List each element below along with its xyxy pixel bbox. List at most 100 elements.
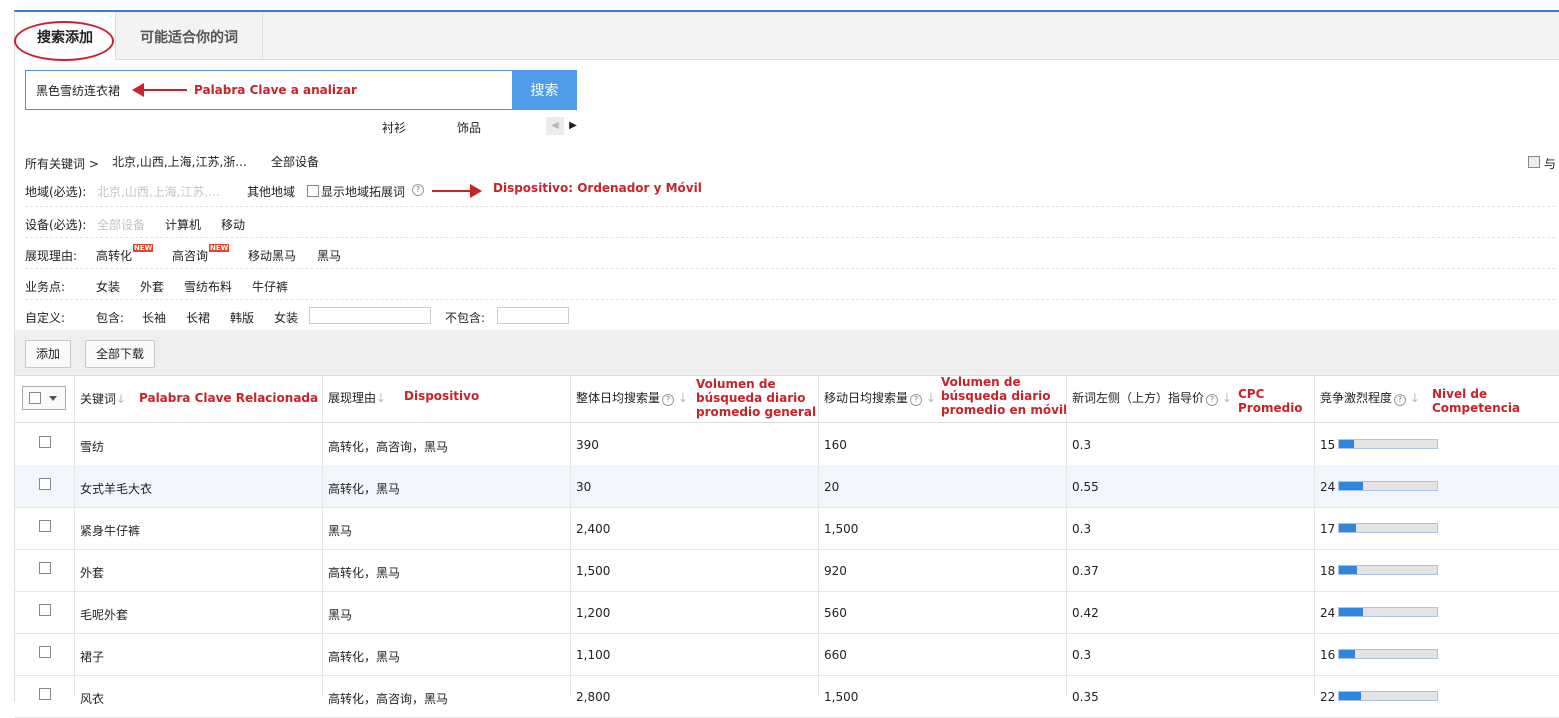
cpc-cell: 0.3 <box>1072 648 1092 662</box>
cpc-cell: 0.55 <box>1072 480 1099 494</box>
column-divider <box>74 376 75 696</box>
keyword-cell[interactable]: 雪纺 <box>80 438 104 455</box>
annotation-reason-col: Dispositivo <box>404 389 480 403</box>
toolbar <box>15 330 1559 376</box>
other-region-link[interactable]: 其他地域 <box>247 183 295 200</box>
competition-bar-fill <box>1339 566 1357 574</box>
add-button[interactable]: 添加 <box>25 340 71 368</box>
business-item[interactable]: 女装 <box>96 278 120 295</box>
total-search-cell: 390 <box>576 438 599 452</box>
select-all-dropdown[interactable] <box>22 386 66 410</box>
competition-bar <box>1338 607 1438 617</box>
table-row: 外套 高转化，黑马 1,500 920 0.37 18 <box>15 549 1559 592</box>
reason-cell: 黑马 <box>328 524 353 538</box>
device-pc[interactable]: 计算机 <box>165 216 201 233</box>
reason-cell: 高转化，高咨询，黑马 <box>328 440 449 454</box>
custom-item[interactable]: 韩版 <box>230 309 254 326</box>
mobile-search-cell: 660 <box>824 648 847 662</box>
breadcrumb-device[interactable]: 全部设备 <box>271 153 319 170</box>
competition-bar-fill <box>1339 692 1361 700</box>
exclude-input[interactable] <box>497 307 569 324</box>
include-label: 包含: <box>96 311 125 325</box>
reason-cell: 高转化，黑马 <box>328 566 401 580</box>
cpc-cell: 0.42 <box>1072 606 1099 620</box>
region-value[interactable]: 北京,山西,上海,江苏,... <box>97 183 220 200</box>
business-item[interactable]: 外套 <box>140 278 164 295</box>
suggestion-item[interactable]: 衬衫 <box>382 119 406 136</box>
breadcrumb-region[interactable]: 北京,山西,上海,江苏,浙... <box>112 153 247 170</box>
keyword-cell[interactable]: 紧身牛仔裤 <box>80 522 140 539</box>
row-checkbox[interactable] <box>39 646 51 658</box>
custom-item[interactable]: 长袖 <box>142 309 166 326</box>
annotation-keyword-col: Palabra Clave Relacionada <box>139 391 319 405</box>
reason-high-conversion[interactable]: 高转化 <box>96 247 132 264</box>
reason-darkhorse[interactable]: 黑马 <box>317 247 341 264</box>
region-label: 地域(必选): <box>25 185 87 199</box>
reason-high-inquiry[interactable]: 高咨询 <box>172 247 208 264</box>
select-all-checkbox[interactable] <box>29 392 41 404</box>
column-divider <box>1314 376 1315 696</box>
annotation-arrow-line <box>140 89 187 91</box>
custom-label: 自定义: <box>25 311 66 325</box>
mobile-search-cell: 160 <box>824 438 847 452</box>
custom-item[interactable]: 女装 <box>274 309 298 326</box>
col-total-search[interactable]: 整体日均搜索量? ↓ <box>576 389 688 406</box>
col-mobile-search[interactable]: 移动日均搜索量? ↓ <box>824 389 936 406</box>
col-cpc[interactable]: 新词左侧（上方）指导价? ↓ <box>1072 389 1232 406</box>
column-divider <box>818 376 819 696</box>
total-search-cell: 2,400 <box>576 522 611 536</box>
next-page-icon[interactable]: ▶ <box>567 117 579 135</box>
reason-mobile-darkhorse[interactable]: 移动黑马 <box>248 247 296 264</box>
device-all[interactable]: 全部设备 <box>97 216 145 233</box>
total-search-cell: 1,100 <box>576 648 611 662</box>
prev-page-icon[interactable]: ◀ <box>546 117 564 135</box>
reason-cell: 高转化，黑马 <box>328 482 401 496</box>
tab-suggested-words[interactable]: 可能适合你的词 <box>116 12 263 60</box>
table-row: 紧身牛仔裤 黑马 2,400 1,500 0.3 17 <box>15 507 1559 550</box>
include-input[interactable] <box>309 307 431 324</box>
annotation-keyword: Palabra Clave a analizar <box>194 83 357 97</box>
show-ext-checkbox[interactable] <box>307 185 319 197</box>
corner-checkbox[interactable] <box>1528 156 1540 168</box>
device-mobile[interactable]: 移动 <box>221 216 245 233</box>
search-button[interactable]: 搜索 <box>512 70 577 110</box>
exclude-label: 不包含: <box>445 311 486 325</box>
keyword-cell[interactable]: 女式羊毛大衣 <box>80 480 152 497</box>
reason-cell: 黑马 <box>328 608 353 622</box>
custom-item[interactable]: 长裙 <box>186 309 210 326</box>
business-item[interactable]: 雪纺布料 <box>184 278 232 295</box>
annotation-competition-col: Nivel de Competencia <box>1432 387 1521 415</box>
table-row: 女式羊毛大衣 高转化，黑马 30 20 0.55 24 <box>15 465 1559 508</box>
keyword-cell[interactable]: 裙子 <box>80 648 104 665</box>
annotation-cpc-col: CPC Promedio <box>1238 387 1303 415</box>
row-checkbox[interactable] <box>39 562 51 574</box>
competition-bar <box>1338 565 1438 575</box>
download-all-button[interactable]: 全部下载 <box>85 340 155 368</box>
keyword-cell[interactable]: 毛呢外套 <box>80 606 128 623</box>
table-row: 毛呢外套 黑马 1,200 560 0.42 24 <box>15 591 1559 634</box>
competition-bar-fill <box>1339 524 1356 532</box>
row-checkbox[interactable] <box>39 520 51 532</box>
row-checkbox[interactable] <box>39 478 51 490</box>
col-keyword[interactable]: 关键词↓ <box>80 390 126 407</box>
col-reason[interactable]: 展现理由↓ <box>328 389 386 406</box>
help-icon[interactable]: ? <box>412 184 424 196</box>
competition-value: 18 <box>1320 564 1336 578</box>
total-search-cell: 1,200 <box>576 606 611 620</box>
col-competition[interactable]: 竞争激烈程度? ↓ <box>1320 389 1420 406</box>
corner-option[interactable]: 与 <box>1528 155 1556 172</box>
row-checkbox[interactable] <box>39 688 51 700</box>
suggestion-item[interactable]: 饰品 <box>457 119 481 136</box>
business-item[interactable]: 牛仔裤 <box>252 278 288 295</box>
business-label: 业务点: <box>25 280 66 294</box>
mobile-search-cell: 1,500 <box>824 690 859 704</box>
column-divider <box>1066 376 1067 696</box>
breadcrumb-root[interactable]: 所有关键词 > <box>25 155 99 172</box>
keyword-cell[interactable]: 风衣 <box>80 690 104 707</box>
competition-bar <box>1338 649 1438 659</box>
mobile-search-cell: 20 <box>824 480 840 494</box>
row-checkbox[interactable] <box>39 436 51 448</box>
keyword-cell[interactable]: 外套 <box>80 564 104 581</box>
row-checkbox[interactable] <box>39 604 51 616</box>
competition-bar <box>1338 523 1438 533</box>
